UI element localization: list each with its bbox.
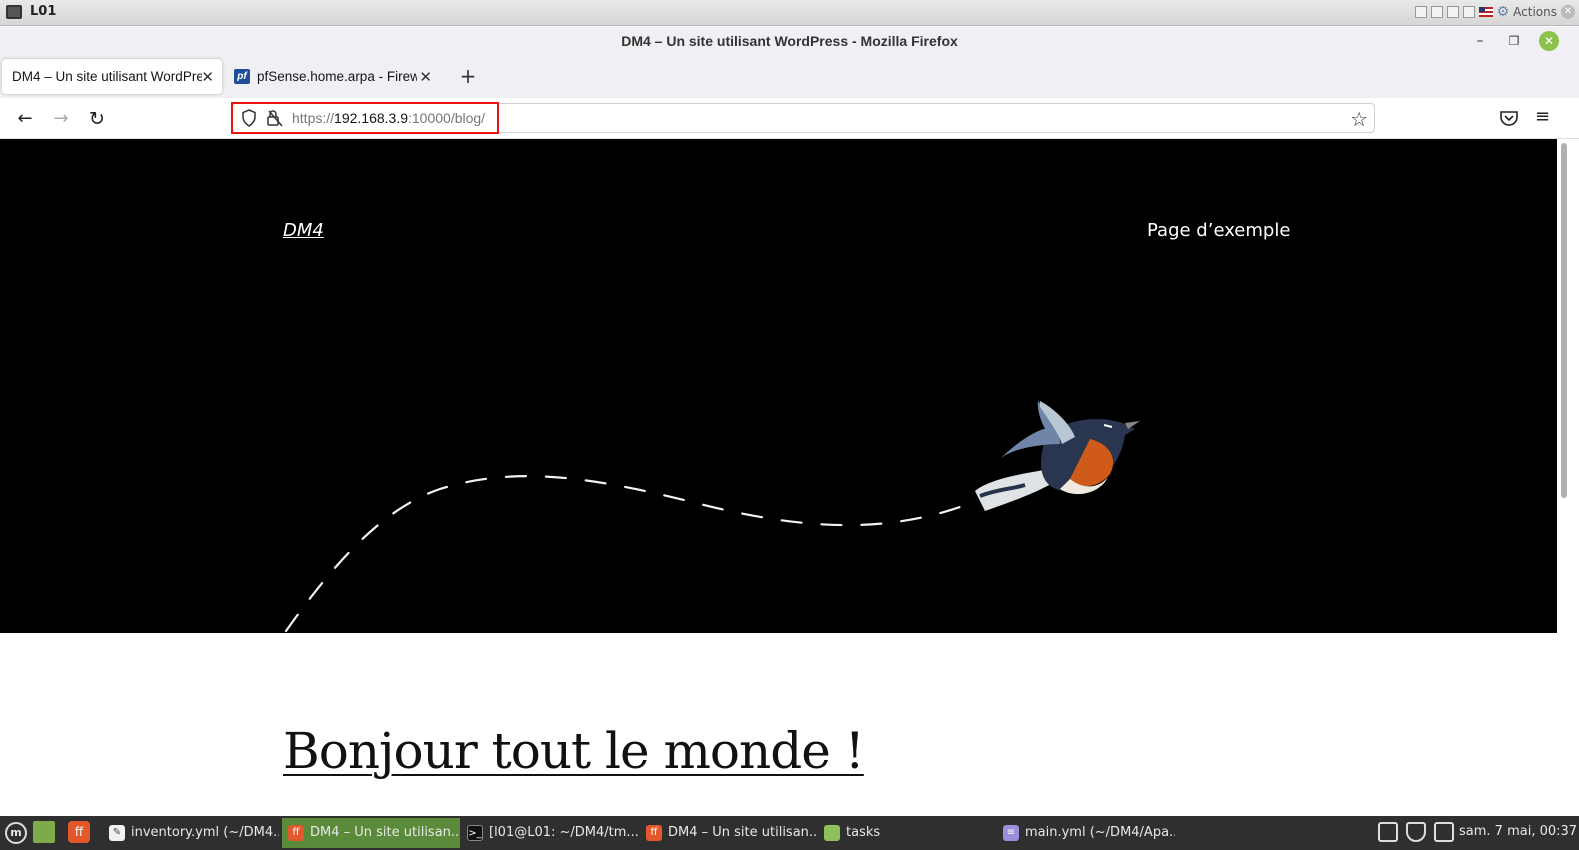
text-editor-icon: ✎: [109, 825, 125, 841]
task-label: tasks: [846, 825, 881, 840]
clock[interactable]: sam. 7 mai, 00:37: [1459, 824, 1577, 839]
gear-icon[interactable]: ⚙: [1497, 4, 1510, 20]
bookmark-star-icon[interactable]: ☆: [1350, 107, 1368, 131]
url-path: :10000/blog/: [408, 110, 486, 126]
taskbar-item-firefox[interactable]: ff DM4 – Un site utilisan...: [640, 818, 818, 848]
page-scrollbar[interactable]: [1559, 141, 1567, 816]
navigation-toolbar: ← → ↻ https://192.168.3.9:10000/blog/ ☆ …: [0, 98, 1579, 139]
post-title-link[interactable]: Bonjour tout le monde !: [283, 722, 865, 780]
task-label: DM4 – Un site utilisan...: [668, 825, 818, 840]
vm-actions-button[interactable]: Actions: [1513, 5, 1557, 19]
vm-tool-4-icon[interactable]: [1462, 6, 1475, 18]
firefox-launcher-icon[interactable]: ff: [68, 821, 90, 843]
taskbar-item-inventory[interactable]: ✎ inventory.yml (~/DM4...: [103, 818, 279, 848]
system-tray: [1378, 822, 1454, 842]
show-desktop-icon[interactable]: [33, 821, 55, 843]
minimize-button[interactable]: –: [1469, 31, 1491, 53]
hero-header: DM4 Page d’exemple: [0, 139, 1557, 633]
forward-button[interactable]: →: [48, 106, 74, 132]
terminal-icon: >_: [467, 825, 483, 841]
back-button[interactable]: ←: [12, 106, 38, 132]
window-title: DM4 – Un site utilisant WordPress - Mozi…: [621, 33, 958, 49]
url-bar[interactable]: https://192.168.3.9:10000/blog/ ☆: [231, 102, 1375, 134]
terminal-window-icon: [6, 5, 22, 19]
pfsense-favicon-icon: pf: [234, 69, 250, 84]
text-file-icon: ≡: [1003, 825, 1019, 841]
close-tab-icon[interactable]: ✕: [419, 68, 432, 86]
close-tab-icon[interactable]: ✕: [201, 68, 214, 86]
reload-button[interactable]: ↻: [84, 106, 110, 132]
taskbar-item-tasks-folder[interactable]: tasks: [818, 818, 996, 848]
tab-label: pfSense.home.arpa - Firewall: [257, 69, 417, 84]
taskbar-item-terminal[interactable]: >_ [l01@L01: ~/DM4/tm...: [461, 818, 639, 848]
removable-drive-icon[interactable]: [1434, 822, 1454, 842]
tab-strip: DM4 – Un site utilisant WordPress ✕ pf p…: [0, 56, 1579, 98]
maximize-button[interactable]: ❐: [1503, 31, 1525, 53]
url-text[interactable]: https://192.168.3.9:10000/blog/: [292, 110, 485, 126]
task-label: inventory.yml (~/DM4...: [131, 825, 279, 840]
task-label: [l01@L01: ~/DM4/tm...: [489, 825, 639, 840]
task-label: DM4 – Un site utilisan...: [310, 825, 460, 840]
url-scheme: https://: [292, 110, 335, 126]
folder-icon: [824, 825, 840, 841]
url-host: 192.168.3.9: [334, 110, 408, 126]
vm-tool-1-icon[interactable]: [1414, 6, 1427, 18]
site-title-link[interactable]: DM4: [283, 220, 324, 241]
taskbar-item-main-yml[interactable]: ≡ main.yml (~/DM4/Apa...: [997, 818, 1175, 848]
scrollbar-thumb[interactable]: [1561, 143, 1567, 498]
firefox-titlebar: DM4 – Un site utilisant WordPress - Mozi…: [0, 27, 1579, 56]
taskbar: m ff ✎ inventory.yml (~/DM4... ff DM4 – …: [0, 816, 1579, 850]
nav-link-sample-page[interactable]: Page d’exemple: [1147, 220, 1290, 241]
vm-title: L01: [30, 4, 57, 19]
close-window-button[interactable]: ✕: [1539, 31, 1559, 51]
new-tab-button[interactable]: +: [456, 64, 480, 88]
taskbar-item-firefox-active[interactable]: ff DM4 – Un site utilisan...: [282, 818, 460, 848]
pocket-icon[interactable]: [1498, 107, 1520, 129]
firefox-icon: ff: [646, 825, 662, 841]
bird-icon: [975, 401, 1140, 511]
web-page: DM4 Page d’exemple Bonjour tout le monde…: [0, 139, 1579, 816]
start-menu-icon[interactable]: m: [5, 822, 27, 844]
task-label: main.yml (~/DM4/Apa...: [1025, 825, 1175, 840]
vm-titlebar: L01 ⚙ Actions ✕: [0, 0, 1579, 26]
vm-toolbar: ⚙ Actions ✕: [1414, 4, 1575, 20]
vm-tool-2-icon[interactable]: [1430, 6, 1443, 18]
vm-close-button[interactable]: ✕: [1561, 5, 1575, 19]
tracking-shield-icon[interactable]: [241, 109, 257, 127]
tab-label: DM4 – Un site utilisant WordPress: [12, 69, 202, 84]
tab-pfsense[interactable]: pf pfSense.home.arpa - Firewall ✕: [226, 59, 440, 94]
shield-icon[interactable]: [1406, 822, 1426, 842]
keyboard-layout-flag-icon[interactable]: [1478, 7, 1493, 17]
tab-dm4[interactable]: DM4 – Un site utilisant WordPress ✕: [2, 59, 222, 94]
bird-flight-illustration: [284, 401, 1140, 633]
firefox-icon: ff: [288, 825, 304, 841]
vm-tool-3-icon[interactable]: [1446, 6, 1459, 18]
screen: L01 ⚙ Actions ✕ DM4 – Un site utilisant …: [0, 0, 1579, 850]
clipboard-icon[interactable]: [1378, 822, 1398, 842]
hamburger-menu-icon[interactable]: ≡: [1535, 106, 1550, 127]
lock-warning-icon[interactable]: [266, 109, 284, 127]
